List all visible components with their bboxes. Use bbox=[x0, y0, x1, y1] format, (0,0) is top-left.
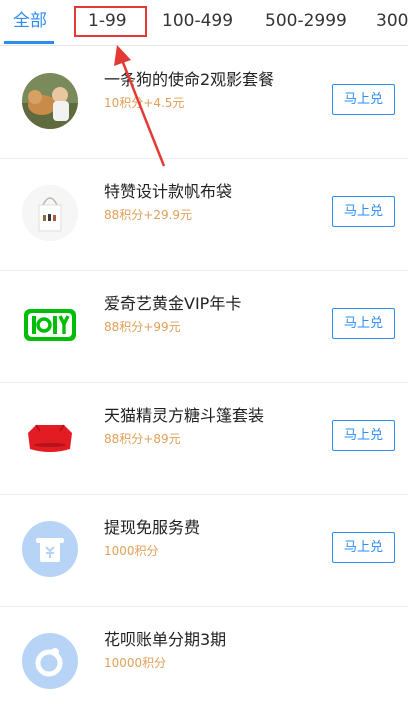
item-title: 一条狗的使命2观影套餐 bbox=[104, 70, 275, 89]
redeem-button[interactable]: 马上兑 bbox=[332, 420, 395, 451]
iqiyi-logo-icon bbox=[22, 297, 78, 353]
item-title: 特赞设计款帆布袋 bbox=[104, 182, 233, 201]
tmall-genie-icon bbox=[22, 409, 78, 465]
tab-3000-plus[interactable]: 300 bbox=[376, 9, 408, 33]
item-price: 1000积分 bbox=[104, 544, 159, 558]
tab-500-2999[interactable]: 500-2999 bbox=[265, 9, 347, 33]
active-tab-indicator bbox=[4, 41, 54, 44]
list-item[interactable]: 一条狗的使命2观影套餐 10积分+4.5元 马上兑 bbox=[0, 47, 408, 159]
tab-all[interactable]: 全部 bbox=[13, 9, 47, 33]
item-title: 花呗账单分期3期 bbox=[104, 630, 227, 649]
withdraw-icon bbox=[22, 521, 78, 577]
redeem-button[interactable]: 马上兑 bbox=[332, 532, 395, 563]
tote-bag-icon bbox=[22, 185, 78, 241]
item-price: 88积分+29.9元 bbox=[104, 208, 193, 222]
item-price: 10积分+4.5元 bbox=[104, 96, 185, 110]
list-item[interactable]: 天猫精灵方糖斗篷套装 88积分+89元 马上兑 bbox=[0, 383, 408, 495]
list-item[interactable]: 花呗账单分期3期 10000积分 bbox=[0, 607, 408, 716]
item-title: 爱奇艺黄金VIP年卡 bbox=[104, 294, 242, 313]
item-price: 88积分+99元 bbox=[104, 320, 181, 334]
item-price: 10000积分 bbox=[104, 656, 167, 670]
item-title: 天猫精灵方糖斗篷套装 bbox=[104, 406, 265, 425]
tab-100-499[interactable]: 100-499 bbox=[162, 9, 233, 33]
huabei-icon bbox=[22, 633, 78, 689]
list-item[interactable]: 爱奇艺黄金VIP年卡 88积分+99元 马上兑 bbox=[0, 271, 408, 383]
redeem-button[interactable]: 马上兑 bbox=[332, 84, 395, 115]
price-range-tabs: 全部 1-99 100-499 500-2999 300 bbox=[0, 0, 408, 46]
annotation-highlight-box bbox=[74, 6, 147, 37]
item-title: 提现免服务费 bbox=[104, 518, 201, 537]
redeem-button[interactable]: 马上兑 bbox=[332, 196, 395, 227]
list-item[interactable]: 特赞设计款帆布袋 88积分+29.9元 马上兑 bbox=[0, 159, 408, 271]
redeem-button[interactable]: 马上兑 bbox=[332, 308, 395, 339]
item-price: 88积分+89元 bbox=[104, 432, 181, 446]
movie-poster-icon bbox=[22, 73, 78, 129]
list-item[interactable]: 提现免服务费 1000积分 马上兑 bbox=[0, 495, 408, 607]
